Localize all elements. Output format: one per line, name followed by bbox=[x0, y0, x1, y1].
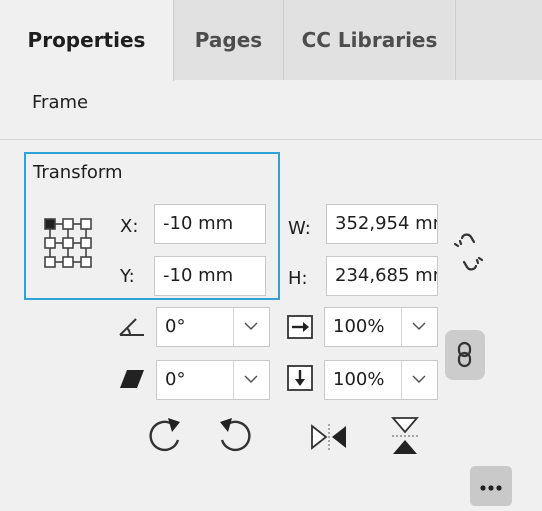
w-input[interactable]: 352,954 mm bbox=[326, 204, 438, 244]
h-input[interactable]: 234,685 mm bbox=[326, 256, 438, 296]
x-label: X: bbox=[120, 216, 139, 237]
scale-vertical-icon bbox=[287, 365, 313, 391]
broken-link-icon[interactable] bbox=[452, 232, 486, 272]
y-input[interactable]: -10 mm bbox=[154, 256, 266, 296]
rotate-counterclockwise-icon[interactable] bbox=[214, 414, 258, 458]
shear-icon bbox=[120, 370, 144, 388]
chevron-down-icon bbox=[244, 375, 258, 384]
shear-combo[interactable]: 0° bbox=[156, 360, 270, 400]
rotation-value: 0° bbox=[165, 316, 186, 337]
rotate-angle-icon bbox=[119, 318, 144, 336]
chevron-down-icon bbox=[412, 375, 426, 384]
reference-point-icon[interactable] bbox=[42, 216, 100, 276]
tab-cc-libraries[interactable]: CC Libraries bbox=[284, 0, 456, 80]
scale-y-value: 100% bbox=[333, 369, 385, 390]
shear-dropdown-button[interactable] bbox=[233, 361, 269, 399]
transform-title: Transform bbox=[33, 162, 123, 183]
divider bbox=[0, 139, 542, 140]
flip-horizontal-icon[interactable] bbox=[308, 422, 350, 452]
tab-properties[interactable]: Properties bbox=[0, 0, 174, 81]
w-label: W: bbox=[288, 218, 311, 239]
rotate-clockwise-icon[interactable] bbox=[142, 414, 186, 458]
ellipsis-icon bbox=[480, 485, 502, 491]
tab-bar: Properties Pages CC Libraries bbox=[0, 0, 542, 81]
h-label: H: bbox=[288, 268, 308, 289]
flip-vertical-icon[interactable] bbox=[390, 414, 420, 458]
scale-x-combo[interactable]: 100% bbox=[324, 307, 438, 347]
rotation-combo[interactable]: 0° bbox=[156, 307, 270, 347]
scale-y-combo[interactable]: 100% bbox=[324, 360, 438, 400]
constrain-scale-button[interactable] bbox=[445, 330, 485, 380]
scale-horizontal-icon bbox=[287, 315, 313, 339]
chevron-down-icon bbox=[244, 322, 258, 331]
tab-pages[interactable]: Pages bbox=[174, 0, 284, 80]
rotation-dropdown-button[interactable] bbox=[233, 308, 269, 346]
x-input[interactable]: -10 mm bbox=[154, 204, 266, 244]
section-title: Frame bbox=[32, 92, 89, 113]
scale-x-value: 100% bbox=[333, 316, 385, 337]
shear-value: 0° bbox=[165, 369, 186, 390]
scale-y-dropdown-button[interactable] bbox=[401, 361, 437, 399]
chevron-down-icon bbox=[412, 322, 426, 331]
scale-x-dropdown-button[interactable] bbox=[401, 308, 437, 346]
link-icon bbox=[457, 341, 472, 368]
y-label: Y: bbox=[120, 266, 135, 287]
more-options-button[interactable] bbox=[470, 466, 512, 506]
